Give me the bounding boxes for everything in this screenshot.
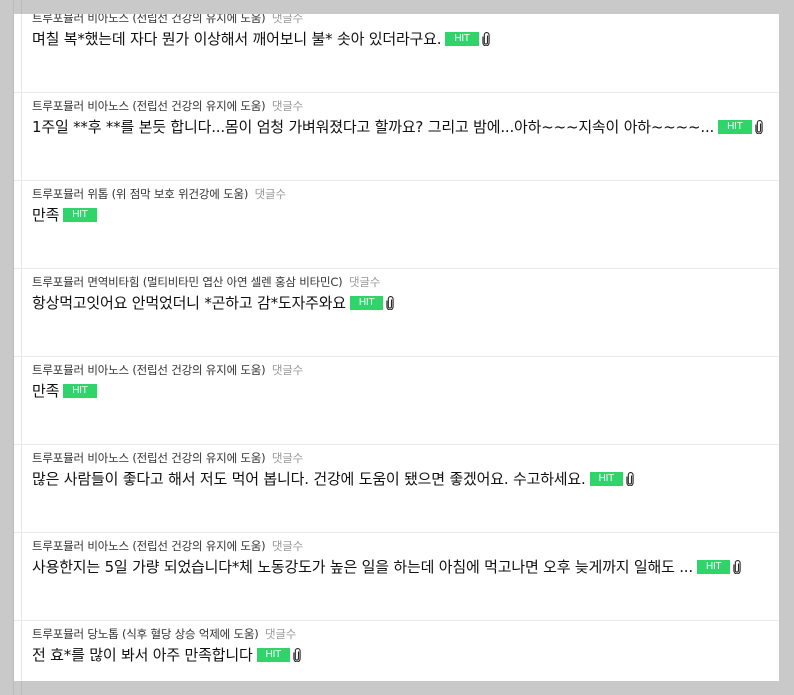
review-text[interactable]: 만족 <box>32 204 59 225</box>
product-name[interactable]: 트루포뮬러 비아노스 (전립선 건강의 유지에 도움) <box>32 99 266 113</box>
review-product-line: 트루포뮬러 비아노스 (전립선 건강의 유지에 도움) 댓글수 <box>32 538 303 554</box>
review-text[interactable]: 전 효*를 많이 봐서 아주 만족합니다 <box>32 644 253 665</box>
paperclip-icon <box>482 31 490 46</box>
review-item[interactable]: 트루포뮬러 비아노스 (전립선 건강의 유지에 도움) 댓글수 많은 사람들이 … <box>14 445 779 533</box>
hit-badge: HIT <box>256 647 291 662</box>
hit-badge: HIT <box>349 295 384 310</box>
review-text-line[interactable]: 1주일 **후 **를 본듯 합니다...몸이 엄청 가벼워졌다고 할까요? 그… <box>32 116 779 137</box>
paperclip-icon <box>293 647 301 662</box>
review-item[interactable]: 트루포뮬러 비아노스 (전립선 건강의 유지에 도움) 댓글수 며칠 복*했는데… <box>14 14 779 93</box>
review-item[interactable]: 트루포뮬러 비아노스 (전립선 건강의 유지에 도움) 댓글수 사용한지는 5일… <box>14 533 779 621</box>
paperclip-icon <box>754 119 763 134</box>
comment-count-label: 댓글수 <box>271 451 304 465</box>
hit-badge: HIT <box>696 559 731 574</box>
review-list: 트루포뮬러 비아노스 (전립선 건강의 유지에 도움) 댓글수 며칠 복*했는데… <box>14 14 779 681</box>
review-text-line[interactable]: 항상먹고잇어요 안먹었더니 *곤하고 감*도자주와요 HIT <box>32 292 779 313</box>
product-name[interactable]: 트루포뮬러 비아노스 (전립선 건강의 유지에 도움) <box>32 539 266 553</box>
review-text[interactable]: 만족 <box>32 380 59 401</box>
review-product-line: 트루포뮬러 비아노스 (전립선 건강의 유지에 도움) 댓글수 <box>32 98 303 114</box>
review-item[interactable]: 트루포뮬러 위톱 (위 점막 보호 위건강에 도움) 댓글수 만족 HIT <box>14 181 779 269</box>
review-product-line: 트루포뮬러 비아노스 (전립선 건강의 유지에 도움) 댓글수 <box>32 14 303 26</box>
comment-count-label: 댓글수 <box>271 539 304 553</box>
comment-count-label: 댓글수 <box>271 363 304 377</box>
review-product-line: 트루포뮬러 면역비타힘 (멀티비타민 엽산 아연 셀렌 홍삼 비타민C) 댓글수 <box>32 274 380 290</box>
review-item[interactable]: 트루포뮬러 당노톱 (식후 혈당 상승 억제에 도움) 댓글수 전 효*를 많이… <box>14 621 779 681</box>
hit-badge: HIT <box>718 119 752 134</box>
product-name[interactable]: 트루포뮬러 비아노스 (전립선 건강의 유지에 도움) <box>32 363 266 377</box>
review-item[interactable]: 트루포뮬러 면역비타힘 (멀티비타민 엽산 아연 셀렌 홍삼 비타민C) 댓글수… <box>14 269 779 357</box>
review-text[interactable]: 많은 사람들이 좋다고 해서 저도 먹어 봅니다. 건강에 도움이 됐으면 좋겠… <box>32 468 586 489</box>
review-product-line: 트루포뮬러 비아노스 (전립선 건강의 유지에 도움) 댓글수 <box>32 362 303 378</box>
review-product-line: 트루포뮬러 위톱 (위 점막 보호 위건강에 도움) 댓글수 <box>32 186 286 202</box>
review-text-line[interactable]: 사용한지는 5일 가량 되었습니다*체 노동강도가 높은 일을 하는데 아침에 … <box>32 556 779 577</box>
hit-badge: HIT <box>445 31 479 46</box>
hit-badge: HIT <box>589 471 624 486</box>
product-name[interactable]: 트루포뮬러 비아노스 (전립선 건강의 유지에 도움) <box>32 451 266 465</box>
product-name[interactable]: 트루포뮬러 면역비타힘 (멀티비타민 엽산 아연 셀렌 홍삼 비타민C) <box>32 275 343 289</box>
review-text-line[interactable]: 만족 HIT <box>32 380 779 401</box>
review-text[interactable]: 사용한지는 5일 가량 되었습니다*체 노동강도가 높은 일을 하는데 아침에 … <box>32 556 693 577</box>
review-product-line: 트루포뮬러 비아노스 (전립선 건강의 유지에 도움) 댓글수 <box>32 450 303 466</box>
product-name[interactable]: 트루포뮬러 위톱 (위 점막 보호 위건강에 도움) <box>32 187 248 201</box>
comment-count-label: 댓글수 <box>254 187 286 201</box>
comment-count-label: 댓글수 <box>265 627 297 641</box>
hit-badge: HIT <box>63 383 97 398</box>
comment-count-label: 댓글수 <box>271 14 304 25</box>
product-name[interactable]: 트루포뮬러 비아노스 (전립선 건강의 유지에 도움) <box>32 14 266 25</box>
hit-badge: HIT <box>63 207 97 222</box>
review-text-line[interactable]: 전 효*를 많이 봐서 아주 만족합니다 HIT <box>32 644 779 665</box>
review-product-line: 트루포뮬러 당노톱 (식후 혈당 상승 억제에 도움) 댓글수 <box>32 626 296 642</box>
paperclip-icon <box>733 559 742 574</box>
review-item[interactable]: 트루포뮬러 비아노스 (전립선 건강의 유지에 도움) 댓글수 만족 HIT <box>14 357 779 445</box>
review-text[interactable]: 항상먹고잇어요 안먹었더니 *곤하고 감*도자주와요 <box>32 292 346 313</box>
review-text[interactable]: 1주일 **후 **를 본듯 합니다...몸이 엄청 가벼워졌다고 할까요? 그… <box>32 116 714 137</box>
paperclip-icon <box>626 471 634 486</box>
review-text-line[interactable]: 많은 사람들이 좋다고 해서 저도 먹어 봅니다. 건강에 도움이 됐으면 좋겠… <box>32 468 779 489</box>
comment-count-label: 댓글수 <box>348 275 381 289</box>
review-item[interactable]: 트루포뮬러 비아노스 (전립선 건강의 유지에 도움) 댓글수 1주일 **후 … <box>14 93 779 181</box>
product-name[interactable]: 트루포뮬러 당노톱 (식후 혈당 상승 억제에 도움) <box>32 627 259 641</box>
review-text[interactable]: 며칠 복*했는데 자다 뭔가 이상해서 깨어보니 불* 솟아 있더라구요. <box>32 28 441 49</box>
review-list-panel: 트루포뮬러 비아노스 (전립선 건강의 유지에 도움) 댓글수 며칠 복*했는데… <box>14 14 779 681</box>
paperclip-icon <box>386 295 395 310</box>
review-text-line[interactable]: 만족 HIT <box>32 204 779 225</box>
comment-count-label: 댓글수 <box>271 99 304 113</box>
review-text-line[interactable]: 며칠 복*했는데 자다 뭔가 이상해서 깨어보니 불* 솟아 있더라구요. HI… <box>32 28 779 49</box>
